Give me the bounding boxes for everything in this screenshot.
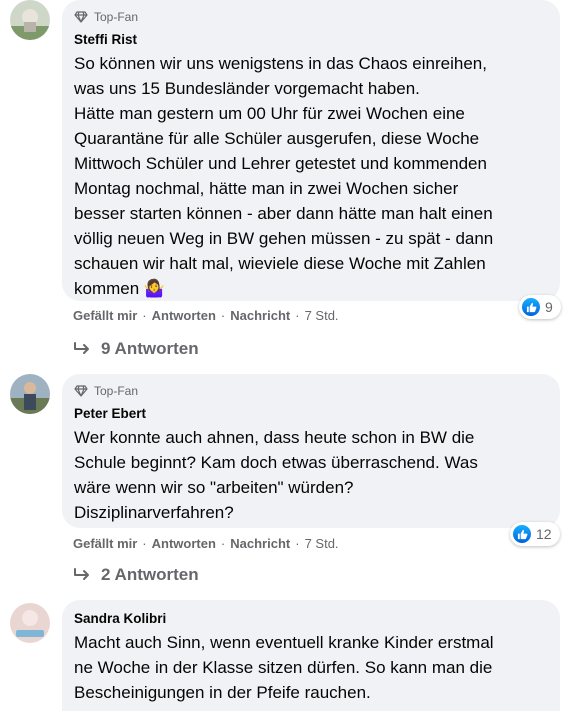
separator: ·	[142, 308, 147, 323]
separator: ·	[295, 308, 300, 323]
comment-text: So können wir uns wenigstens in das Chao…	[74, 54, 494, 298]
author-name[interactable]: Sandra Kolibri	[74, 610, 548, 628]
comment-bubble: Sandra Kolibri Macht auch Sinn, wenn eve…	[62, 600, 560, 711]
thumbs-up-icon	[522, 298, 540, 316]
badge-label: Top-Fan	[94, 384, 139, 398]
timestamp[interactable]: 7 Std.	[305, 536, 339, 551]
comment-actions: Gefällt mir · Antworten · Nachricht · 7 …	[73, 308, 339, 323]
reaction-count[interactable]: 12	[510, 522, 560, 546]
view-replies-link[interactable]: 9 Antworten	[73, 339, 199, 359]
separator: ·	[220, 536, 226, 551]
comment-actions: Gefällt mir · Antworten · Nachricht · 7 …	[73, 536, 339, 551]
separator: ·	[142, 536, 147, 551]
comment-text: Wer konnte auch ahnen, dass heute schon …	[74, 428, 478, 522]
replies-label: 2 Antworten	[101, 565, 199, 584]
avatar[interactable]	[10, 374, 50, 414]
comment-bubble: Top-Fan Steffi Rist So können wir uns we…	[62, 0, 560, 301]
reaction-number: 9	[545, 299, 553, 315]
comment-bubble: Top-Fan Peter Ebert Wer konnte auch ahne…	[62, 374, 560, 528]
reply-arrow-icon	[74, 568, 89, 580]
reaction-number: 12	[536, 526, 552, 542]
timestamp[interactable]: 7 Std.	[305, 308, 339, 323]
replies-label: 9 Antworten	[101, 339, 199, 358]
badge-label: Top-Fan	[94, 10, 139, 24]
reply-arrow-icon	[74, 342, 89, 354]
diamond-icon	[74, 385, 88, 397]
author-name[interactable]: Peter Ebert	[74, 405, 548, 423]
top-fan-badge: Top-Fan	[74, 382, 548, 400]
separator: ·	[295, 536, 300, 551]
view-replies-link[interactable]: 2 Antworten	[73, 565, 199, 585]
separator: ·	[220, 308, 226, 323]
like-button[interactable]: Gefällt mir	[73, 308, 137, 323]
avatar[interactable]	[10, 603, 50, 643]
message-button[interactable]: Nachricht	[230, 536, 290, 551]
avatar[interactable]	[10, 0, 50, 40]
top-fan-badge: Top-Fan	[74, 8, 548, 26]
thumbs-up-icon	[513, 525, 531, 543]
diamond-icon	[74, 11, 88, 23]
reply-button[interactable]: Antworten	[152, 536, 216, 551]
message-button[interactable]: Nachricht	[230, 308, 290, 323]
like-button[interactable]: Gefällt mir	[73, 536, 137, 551]
comment-text: Macht auch Sinn, wenn eventuell kranke K…	[74, 633, 494, 702]
reaction-count[interactable]: 9	[519, 295, 561, 319]
reply-button[interactable]: Antworten	[152, 308, 216, 323]
author-name[interactable]: Steffi Rist	[74, 31, 548, 49]
